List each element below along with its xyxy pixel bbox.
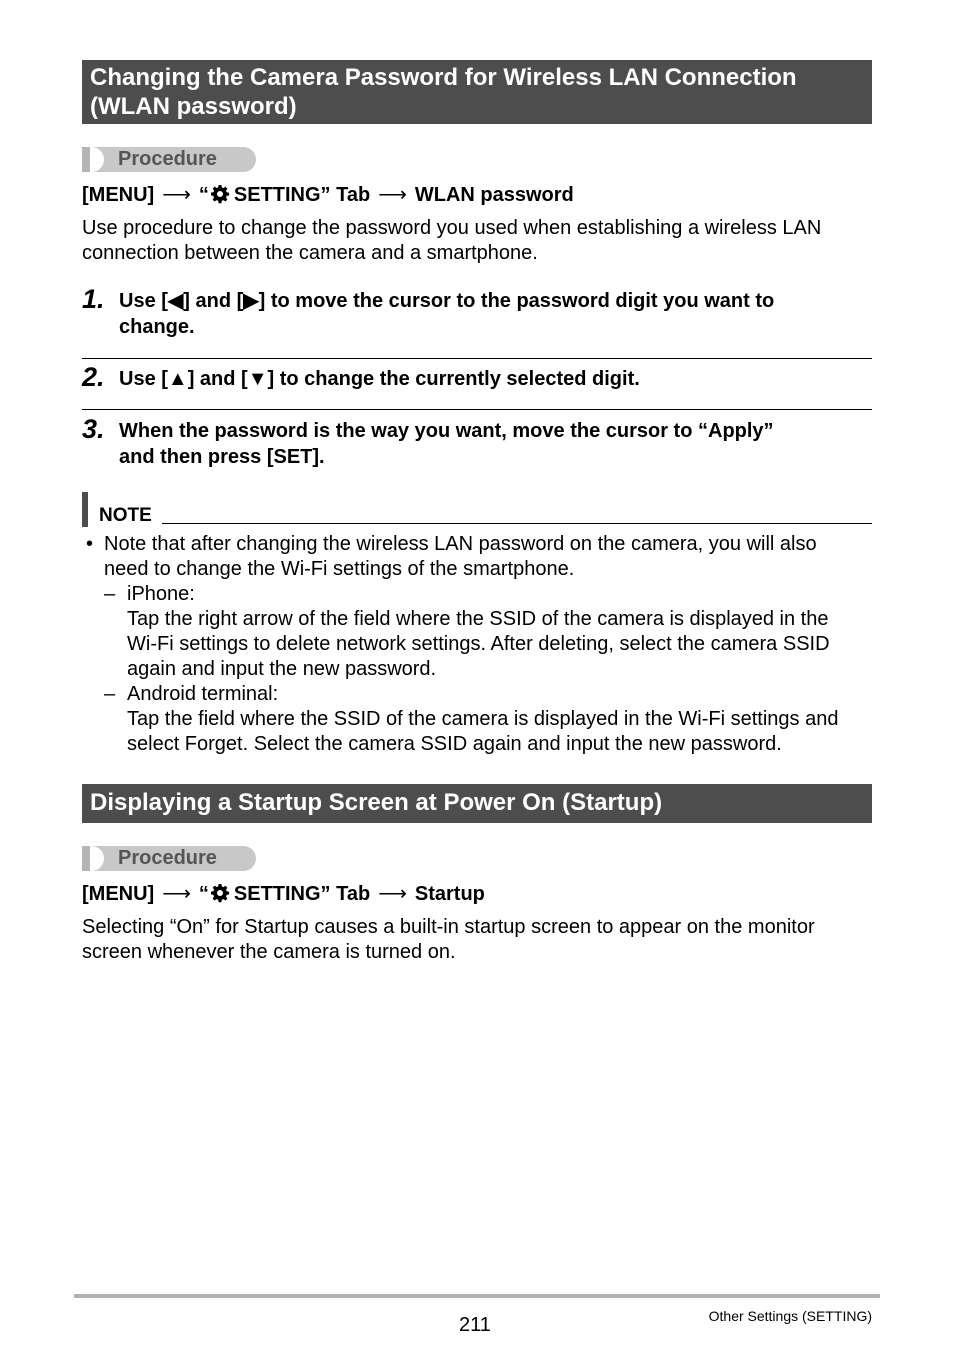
arrow-right-icon: ⟶ [378, 184, 407, 206]
note-main-text: Note that after changing the wireless LA… [104, 532, 884, 582]
procedure-tag-notch [90, 846, 104, 871]
open-quote: “ [198, 184, 209, 206]
dash: – [104, 583, 116, 605]
step-divider [82, 409, 872, 410]
step-line: change. [119, 316, 195, 338]
note-line: again and input the new password. [127, 658, 437, 680]
footer-divider [74, 1294, 880, 1298]
note-line: Tap the field where the SSID of the came… [127, 708, 839, 730]
note-line: need to change the Wi-Fi settings of the… [104, 558, 575, 580]
procedure-label: Procedure [118, 148, 217, 170]
menu-path: [MENU] ⟶ “ SETTING” Tab ⟶ WLAN password [82, 183, 574, 207]
menu-path: [MENU] ⟶ “ SETTING” Tab ⟶ Startup [82, 882, 485, 906]
intro-line: Use procedure to change the password you… [82, 217, 822, 239]
step-line: Use [◀] and [▶] to move the cursor to th… [119, 290, 775, 312]
step-line: Use [▲] and [▼] to change the currently … [119, 368, 640, 390]
step-text: When the password is the way you want, m… [119, 418, 879, 470]
note-label: NOTE [99, 505, 152, 526]
menu-key: [MENU] [82, 883, 155, 905]
iphone-label: iPhone: [127, 583, 195, 605]
section-header-wlan-password: Changing the Camera Password for Wireles… [82, 60, 872, 124]
step-divider [82, 358, 872, 359]
section-title-line2: (WLAN password) [90, 93, 297, 120]
dash: – [104, 683, 116, 705]
note-line: Note that after changing the wireless LA… [104, 533, 817, 555]
intro-line: connection between the camera and a smar… [82, 242, 538, 264]
menu-target: WLAN password [414, 184, 574, 206]
procedure-tag-notch [90, 147, 104, 172]
startup-paragraph: Selecting “On” for Startup causes a buil… [82, 915, 872, 965]
note-line: Tap the right arrow of the field where t… [127, 608, 829, 630]
note-iphone: iPhone: Tap the right arrow of the field… [127, 582, 887, 682]
note-bar [82, 492, 88, 527]
bullet: • [86, 533, 94, 555]
procedure-tag: Procedure [82, 147, 256, 172]
open-quote: “ [198, 883, 209, 905]
note-line: Wi-Fi settings to delete network setting… [127, 633, 830, 655]
step-line: When the password is the way you want, m… [119, 420, 774, 442]
arrow-right-icon: ⟶ [162, 184, 191, 206]
arrow-right-icon: ⟶ [162, 883, 191, 905]
procedure-label: Procedure [118, 847, 217, 869]
step-text: Use [◀] and [▶] to move the cursor to th… [119, 288, 879, 340]
menu-target: Startup [414, 883, 485, 905]
section-title: Displaying a Startup Screen at Power On … [90, 789, 663, 816]
note-line: select Forget. Select the camera SSID ag… [127, 733, 782, 755]
step-number: 1. [82, 284, 105, 314]
section-title-line1: Changing the Camera Password for Wireles… [90, 64, 797, 91]
setting-tab: SETTING” Tab [233, 883, 371, 905]
page-number: 211 [459, 1314, 491, 1336]
gear-icon [210, 185, 229, 204]
step-number: 2. [82, 362, 105, 392]
step-text: Use [▲] and [▼] to change the currently … [119, 366, 879, 392]
section-header-startup: Displaying a Startup Screen at Power On … [82, 784, 872, 823]
arrow-right-icon: ⟶ [378, 883, 407, 905]
menu-key: [MENU] [82, 184, 155, 206]
note-android: Android terminal: Tap the field where th… [127, 682, 887, 757]
step-number: 3. [82, 414, 105, 444]
body-line: screen whenever the camera is turned on. [82, 941, 456, 963]
gear-icon [210, 884, 229, 903]
footer-section-name: Other Settings (SETTING) [708, 1308, 872, 1324]
note-divider [162, 523, 872, 524]
step-line: and then press [SET]. [119, 446, 325, 468]
body-line: Selecting “On” for Startup causes a buil… [82, 916, 815, 938]
procedure-tag: Procedure [82, 846, 256, 871]
setting-tab: SETTING” Tab [233, 184, 371, 206]
intro-paragraph: Use procedure to change the password you… [82, 216, 872, 266]
android-label: Android terminal: [127, 683, 279, 705]
